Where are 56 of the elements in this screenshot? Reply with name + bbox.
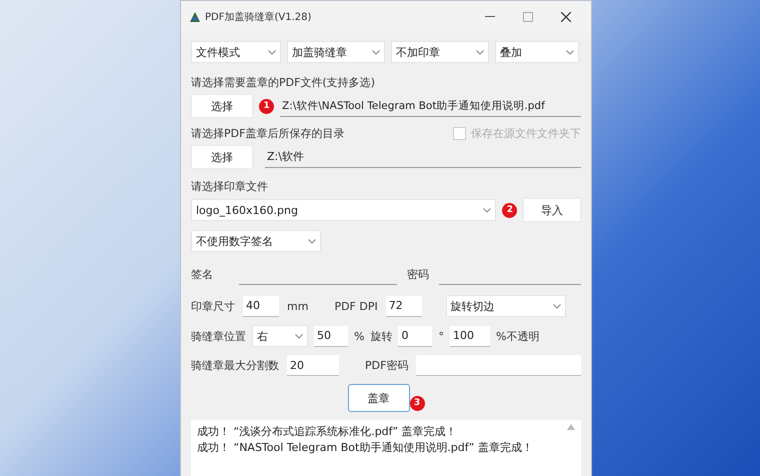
mode-dropdown[interactable]: 文件模式 <box>191 41 281 63</box>
dropdown-caret-icon <box>566 50 574 54</box>
dropdown-caret-icon <box>295 334 303 338</box>
unit-label: % <box>354 330 364 342</box>
pdf-path-field[interactable]: Z:\软件\NASTool Telegram Bot助手通知使用说明.pdf <box>280 96 581 116</box>
close-icon <box>561 12 571 22</box>
field-label: PDF密码 <box>365 358 408 373</box>
step-badge: 2 <box>502 202 518 218</box>
checkbox-label: 保存在源文件文件夹下 <box>471 126 581 141</box>
step-badge: 3 <box>410 396 424 410</box>
field-label: PDF DPI <box>334 300 378 312</box>
field-label: 印章尺寸 <box>191 298 235 314</box>
mode-dropdown[interactable]: 不加印章 <box>391 41 489 63</box>
dropdown-caret-icon <box>552 304 561 308</box>
rotate-field[interactable]: 0 <box>398 326 432 346</box>
select-pdf-button[interactable]: 选择 <box>191 94 253 118</box>
section-label: 请选择需要盖章的PDF文件(支持多选) <box>191 75 376 90</box>
dropdown-caret-icon <box>483 208 492 212</box>
opacity-field[interactable]: 100 <box>450 326 490 346</box>
crop-dropdown[interactable]: 旋转切边 <box>446 295 566 317</box>
field-label: 旋转 <box>370 328 392 344</box>
log-line: 成功！ “NASTool Telegram Bot助手通知使用说明.pdf” 盖章完成！ <box>197 440 534 456</box>
mode-dropdown[interactable]: 叠加 <box>495 41 579 63</box>
section-label: 请选择PDF盖章后所保存的目录 <box>191 126 344 141</box>
field-label: 骑缝章最大分割数 <box>191 358 279 373</box>
field-label: 签名 <box>191 267 213 282</box>
scroll-up-icon[interactable] <box>567 424 575 430</box>
side-dropdown[interactable]: 右 <box>252 325 308 347</box>
stamp-button[interactable]: 盖章 <box>348 384 410 412</box>
field-label: 骑缝章位置 <box>191 328 246 344</box>
folder-path-field[interactable]: Z:\软件 <box>265 146 581 168</box>
stamp-file-dropdown[interactable]: logo_160x160.png <box>191 199 496 221</box>
unit-label: %不透明 <box>496 328 540 344</box>
select-folder-button[interactable]: 选择 <box>191 145 253 169</box>
log-line: 成功！ “浅谈分布式追踪系统标准化.pdf” 盖章完成！ <box>197 424 458 440</box>
stamp-size-field[interactable]: 40 <box>243 296 279 316</box>
mode-dropdown[interactable]: 加盖骑缝章 <box>287 41 385 63</box>
field-label: 密码 <box>407 267 429 282</box>
dpi-field[interactable]: 72 <box>386 296 422 316</box>
pdf-password-field[interactable] <box>416 355 581 376</box>
unit-label: ° <box>438 330 444 342</box>
step-badge: 1 <box>259 98 274 114</box>
max-split-field[interactable]: 20 <box>287 355 339 376</box>
maximize-icon <box>523 12 533 22</box>
dropdown-caret-icon <box>476 50 484 54</box>
window-title: PDF加盖骑缝章(V1.28) <box>205 10 312 24</box>
unit-label: mm <box>287 300 308 312</box>
dropdown-caret-icon <box>268 50 276 54</box>
app-logo-icon <box>189 11 201 23</box>
import-button[interactable]: 导入 <box>523 198 581 222</box>
signature-dropdown[interactable]: 不使用数字签名 <box>191 230 321 252</box>
dropdown-caret-icon <box>372 50 380 54</box>
minimize-icon <box>485 16 495 18</box>
dropdown-caret-icon <box>308 238 316 244</box>
offset-field[interactable]: 50 <box>314 326 348 346</box>
section-label: 请选择印章文件 <box>191 179 269 194</box>
